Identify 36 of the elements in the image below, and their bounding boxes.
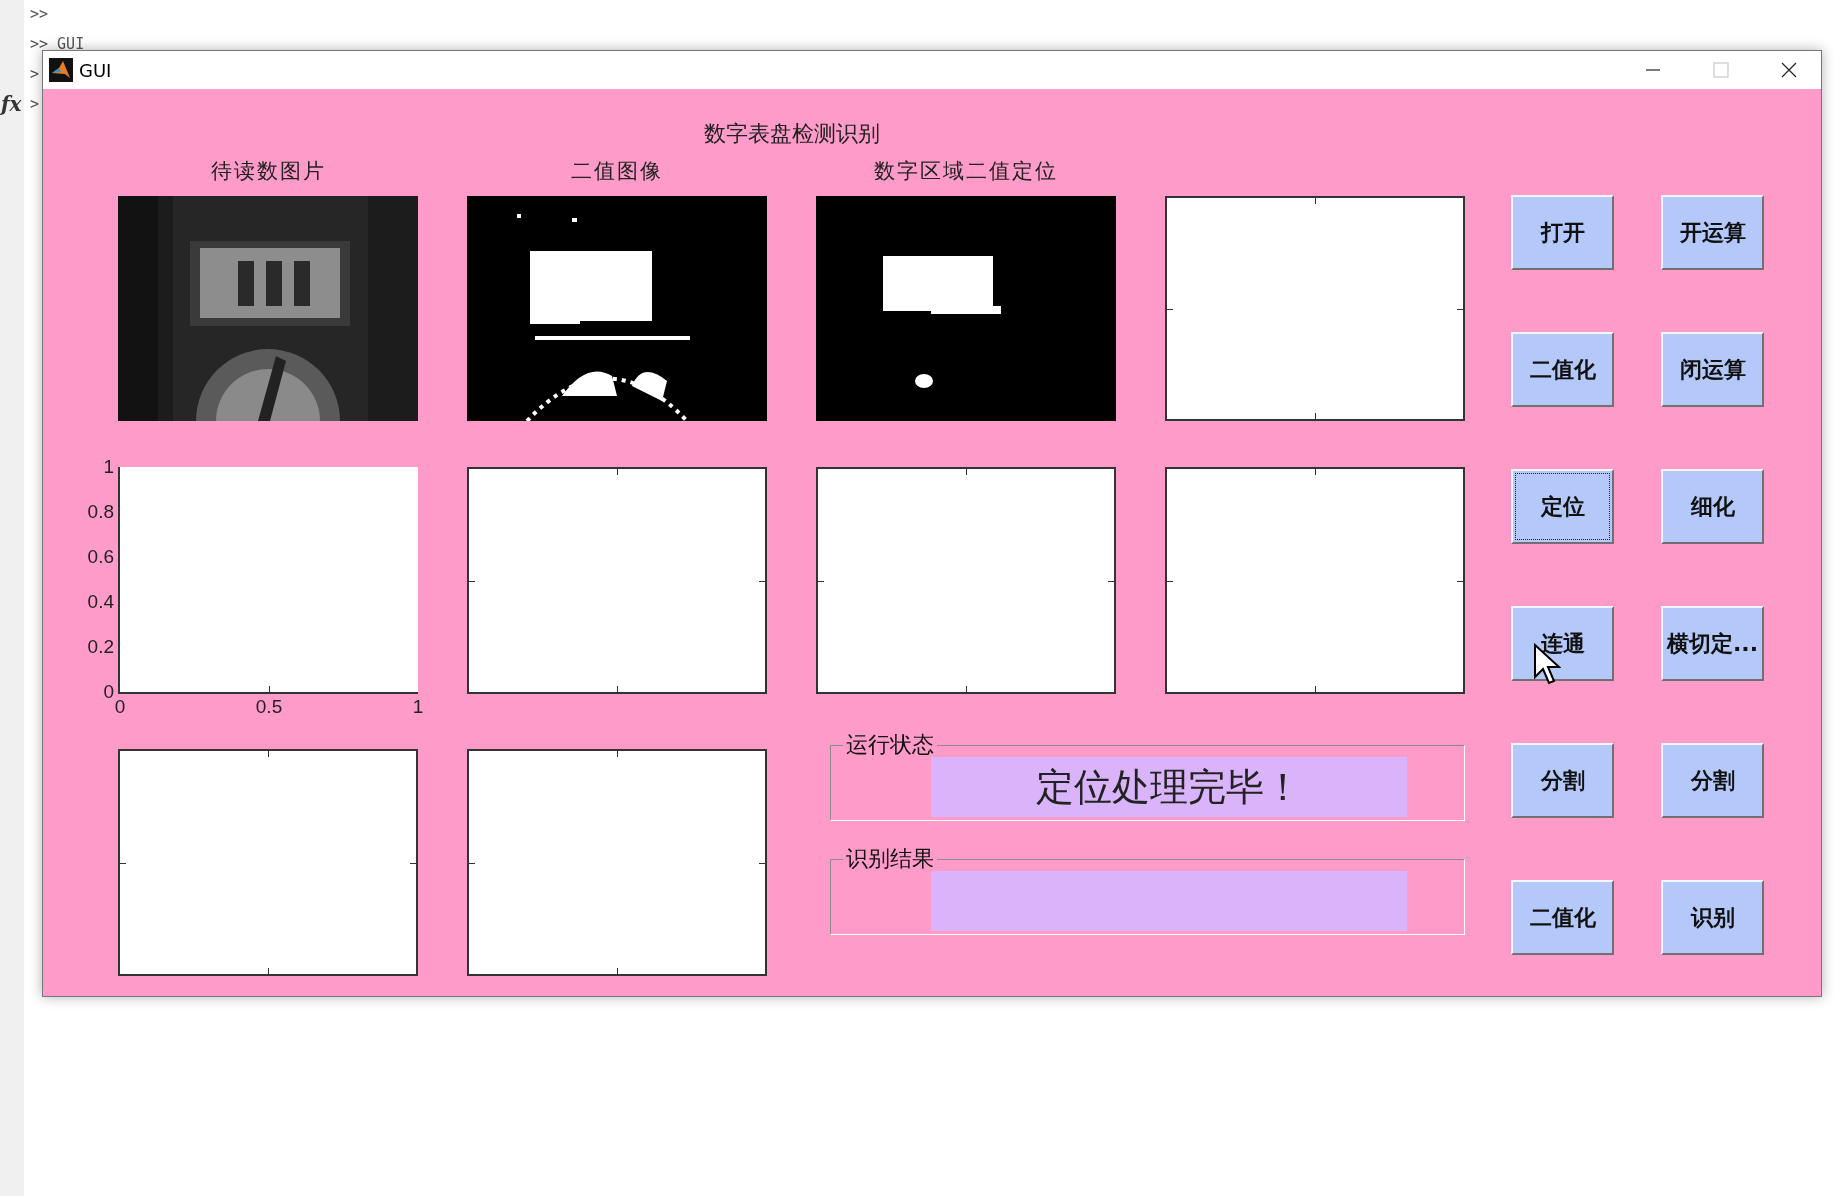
tick-label: 1	[412, 696, 424, 718]
console-prompt: >> GUI	[30, 34, 85, 54]
close-icon[interactable]	[1781, 62, 1797, 78]
console-prompt: >	[30, 94, 40, 114]
action-button[interactable]: 分割	[1511, 743, 1614, 818]
app-icon	[49, 58, 73, 82]
tick-label: 0.2	[87, 636, 114, 658]
window-title: GUI	[79, 59, 112, 81]
panel-title: 运行状态	[845, 733, 935, 757]
action-button[interactable]: 横切定...	[1661, 606, 1764, 681]
action-button[interactable]: 分割	[1661, 743, 1764, 818]
tick-label: 1	[103, 456, 114, 478]
axes-title: 数字区域二值定位	[874, 159, 1058, 183]
action-button[interactable]: 细化	[1661, 469, 1764, 544]
tick-label: 0.8	[87, 501, 114, 523]
action-button[interactable]: 识别	[1661, 880, 1764, 955]
action-button[interactable]: 定位	[1511, 469, 1614, 544]
fx-label: fx	[1, 92, 22, 116]
action-button[interactable]: 闭运算	[1661, 332, 1764, 407]
tick-label: 0	[103, 681, 114, 703]
action-button[interactable]: 二值化	[1511, 332, 1614, 407]
tick-label: 0.5	[255, 696, 283, 718]
result-display: 定位处理完毕！	[931, 757, 1407, 817]
tick-label: 0.4	[87, 591, 114, 613]
figure-heading: 数字表盘检测识别	[703, 120, 880, 148]
action-button[interactable]: 二值化	[1511, 880, 1614, 955]
action-button[interactable]: 开运算	[1661, 195, 1764, 270]
axes-title: 二值图像	[571, 159, 663, 183]
console-prompt: >>	[30, 4, 49, 24]
action-button[interactable]: 连通	[1511, 606, 1614, 681]
axes-title: 待读数图片	[210, 159, 326, 183]
tick-label: 0	[114, 696, 126, 718]
action-button[interactable]: 打开	[1511, 195, 1614, 270]
console-prompt: >	[30, 64, 40, 84]
panel-title: 识别结果	[845, 847, 935, 871]
tick-label: 0.6	[87, 546, 114, 568]
